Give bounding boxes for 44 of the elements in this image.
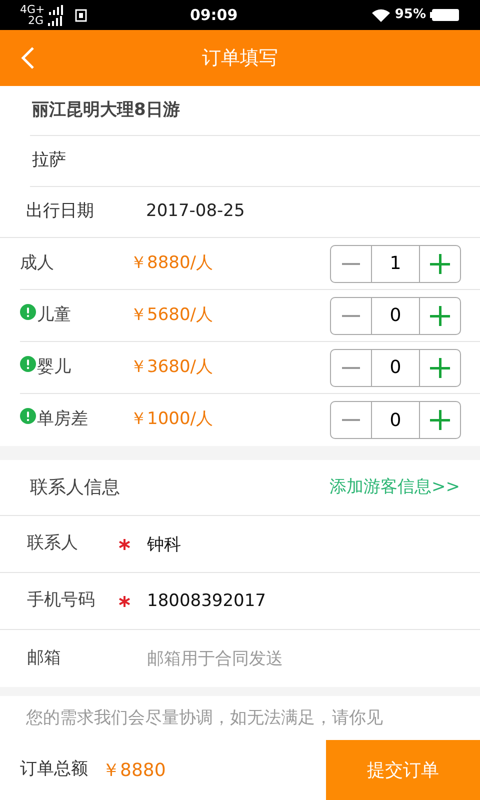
unit-price: ￥8880/人: [130, 252, 214, 275]
signal-icon: [48, 16, 62, 26]
plus-icon: [430, 358, 450, 378]
sim-icon: [74, 8, 87, 22]
quantity-value: 0: [371, 350, 420, 386]
minus-icon: [342, 419, 360, 421]
input-field[interactable]: 18008392017: [147, 581, 480, 621]
minus-icon: [342, 262, 360, 264]
signal-icon: [48, 4, 63, 14]
page-title: 订单填写: [202, 46, 278, 71]
minus-icon: [342, 366, 360, 368]
plus-icon: [430, 410, 450, 430]
quantity-value: 0: [371, 402, 420, 438]
battery-percent: 95%: [394, 6, 426, 24]
date-value: 2017-08-25: [146, 200, 245, 224]
unit-price: ￥3680/人: [130, 356, 214, 379]
network-label: 2G: [28, 15, 44, 26]
quantity-value: 0: [371, 298, 420, 334]
traveler-type: 单房差: [37, 408, 88, 432]
total-label: 订单总额: [20, 758, 88, 782]
input-field[interactable]: 钟科: [147, 524, 480, 564]
clock: 09:09: [188, 4, 239, 26]
trip-name: 丽江昆明大理8日游: [32, 98, 180, 122]
traveler-type: 儿童: [37, 304, 71, 327]
field-label: 手机号码: [27, 589, 96, 612]
back-icon: [21, 46, 35, 70]
date-label: 出行日期: [26, 200, 95, 224]
section-title: 联系人信息: [30, 476, 120, 500]
wifi-icon: [370, 8, 391, 22]
departure-city: 拉萨: [32, 149, 66, 172]
quantity-value: 1: [371, 246, 420, 282]
field-label: 联系人: [27, 532, 79, 556]
plus-icon: [430, 254, 450, 274]
traveler-type: 成人: [20, 252, 54, 275]
unit-price: ￥5680/人: [130, 304, 214, 327]
input-field[interactable]: 邮箱用于合同发送: [147, 638, 480, 678]
network-label: 4G+: [20, 4, 45, 15]
battery-icon: [430, 8, 460, 22]
field-label: 邮箱: [27, 646, 62, 670]
total-amount: ￥8880: [102, 758, 167, 782]
traveler-type: 婴儿: [37, 356, 71, 379]
plus-icon: [430, 306, 450, 326]
unit-price: ￥1000/人: [130, 408, 214, 432]
minus-icon: [342, 314, 360, 316]
